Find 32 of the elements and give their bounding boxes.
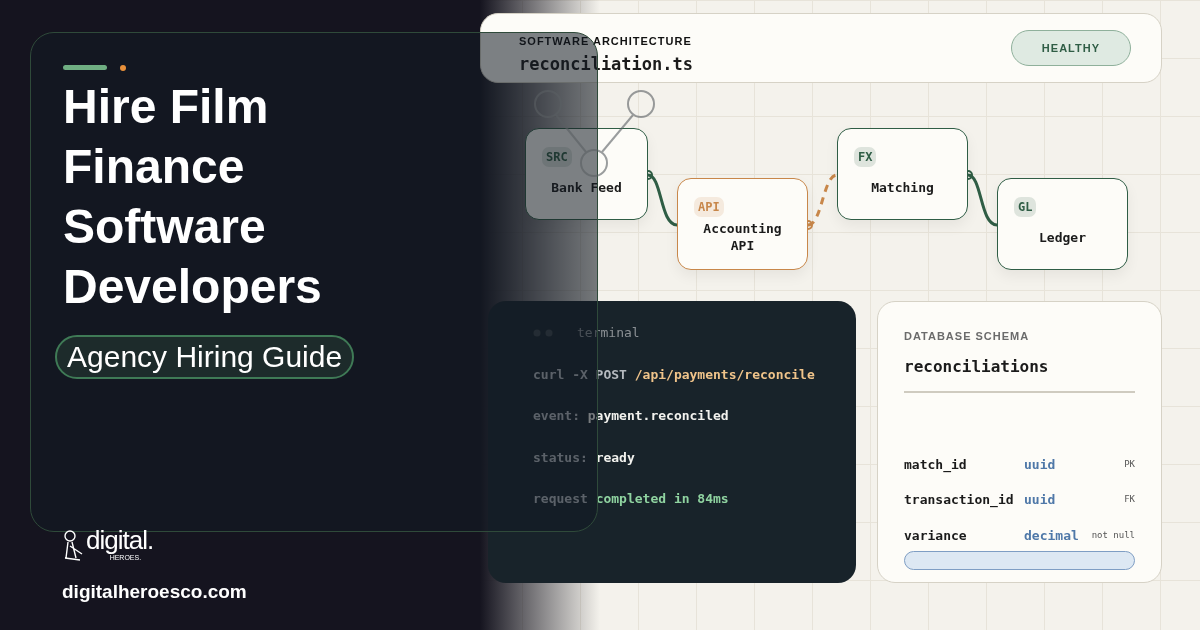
node-badge: FX bbox=[854, 147, 877, 167]
section-eyebrow: DATABASE SCHEMA bbox=[904, 329, 1031, 344]
headline: Hire Film bbox=[63, 79, 269, 135]
logo-wordmark: digital. bbox=[86, 527, 154, 553]
website-url: digitalheroesco.com bbox=[62, 579, 247, 604]
field-name: variance bbox=[904, 526, 968, 545]
field-type: uuid bbox=[1024, 455, 1056, 474]
node-label: Ledger bbox=[1038, 228, 1087, 246]
field-type: decimal bbox=[1024, 526, 1079, 545]
section-eyebrow: SOFTWARE ARCHITECTURE bbox=[519, 34, 693, 49]
accent-icon bbox=[63, 65, 127, 71]
node-label: Matching bbox=[870, 178, 935, 196]
status-badge: HEALTHY bbox=[1010, 29, 1131, 67]
hero-figure-icon bbox=[62, 527, 84, 564]
field-name: transaction_id bbox=[904, 491, 1015, 510]
subtitle-pill: Agency Hiring Guide bbox=[55, 335, 355, 379]
field-constraint: FK bbox=[1124, 493, 1135, 506]
node-badge: API bbox=[694, 197, 724, 217]
table-name: reconciliations bbox=[904, 355, 1050, 378]
node-label: Accounting API bbox=[702, 220, 783, 254]
terminal-line: request completed in 84ms bbox=[533, 490, 730, 508]
field-constraint: PK bbox=[1124, 457, 1135, 471]
field-type: uuid bbox=[1024, 491, 1056, 509]
headline: Finance bbox=[63, 139, 245, 195]
field-constraint: not null bbox=[1091, 528, 1135, 542]
node-badge: GL bbox=[1014, 197, 1037, 217]
headline: Software bbox=[63, 199, 266, 255]
headline: Developers bbox=[63, 259, 322, 315]
terminal-line: event: payment.reconciled bbox=[533, 407, 730, 425]
terminal-title: terminal bbox=[577, 324, 640, 342]
terminal-line: status: ready bbox=[533, 448, 636, 467]
field-name: match_id bbox=[904, 455, 968, 474]
